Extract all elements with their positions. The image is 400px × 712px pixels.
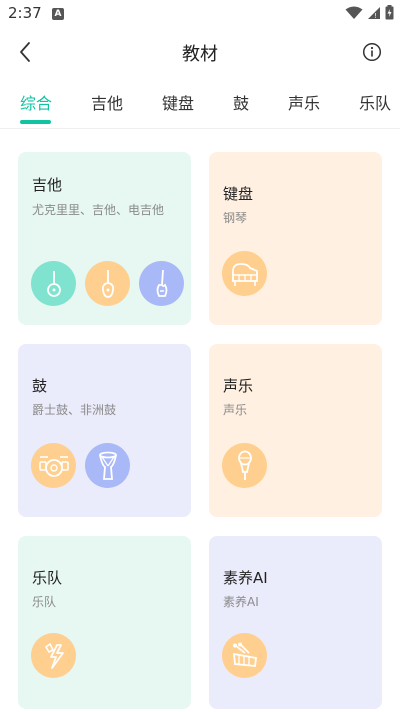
page-title: 教材 (182, 44, 218, 65)
icon-row (222, 443, 267, 488)
tab-band[interactable]: 乐队 (359, 90, 391, 114)
icon-row (222, 251, 267, 296)
icon-row (31, 443, 130, 488)
tab-drum[interactable]: 鼓 (233, 90, 249, 114)
info-icon[interactable] (362, 42, 382, 62)
card-title: 鼓 (32, 377, 48, 395)
card-keyboard[interactable]: 键盘 钢琴 (209, 152, 382, 325)
tab-comprehensive[interactable]: 综合 (20, 90, 52, 114)
status-bar: 2:37 A ! (0, 0, 400, 28)
signal-icon: ! (368, 6, 380, 20)
card-title: 乐队 (32, 569, 63, 587)
card-subtitle: 素养AI (223, 595, 259, 609)
tab-guitar[interactable]: 吉他 (91, 90, 123, 114)
card-band[interactable]: 乐队 乐队 (18, 536, 191, 709)
band-lightning-icon (31, 633, 76, 678)
card-subtitle: 声乐 (223, 403, 248, 417)
card-vocal[interactable]: 声乐 声乐 (209, 344, 382, 517)
category-tabs: 综合 吉他 键盘 鼓 声乐 乐队 (0, 84, 400, 124)
card-subtitle: 爵士鼓、非洲鼓 (32, 403, 117, 417)
card-title: 键盘 (223, 185, 254, 203)
icon-row (31, 261, 184, 306)
tab-keyboard[interactable]: 键盘 (162, 90, 194, 114)
drum-kit-icon (31, 443, 76, 488)
card-subtitle: 尤克里里、吉他、电吉他 (32, 203, 165, 217)
card-literacy-ai[interactable]: 素养AI 素养AI (209, 536, 382, 709)
notification-icon: A (52, 8, 64, 20)
status-time: 2:37 (8, 4, 42, 22)
card-subtitle: 钢琴 (223, 211, 248, 225)
status-icons: ! (345, 5, 394, 20)
divider (0, 128, 400, 129)
ukulele-icon (31, 261, 76, 306)
wifi-icon (345, 6, 363, 19)
card-guitar[interactable]: 吉他 尤克里里、吉他、电吉他 (18, 152, 191, 325)
guitar-icon (85, 261, 130, 306)
app-bar: 教材 (0, 28, 400, 76)
tab-vocal[interactable]: 声乐 (288, 90, 320, 114)
piano-icon (222, 251, 267, 296)
microphone-icon (222, 443, 267, 488)
card-title: 吉他 (32, 176, 63, 194)
icon-row (31, 633, 76, 678)
tab-indicator (20, 120, 51, 124)
svg-text:!: ! (374, 12, 377, 20)
icon-row (222, 633, 267, 678)
card-title: 素养AI (223, 569, 268, 587)
card-subtitle: 乐队 (32, 595, 57, 609)
electric-guitar-icon (139, 261, 184, 306)
card-title: 声乐 (223, 377, 254, 395)
card-drum[interactable]: 鼓 爵士鼓、非洲鼓 (18, 344, 191, 517)
xylophone-icon (222, 633, 267, 678)
battery-icon (385, 5, 394, 20)
djembe-icon (85, 443, 130, 488)
